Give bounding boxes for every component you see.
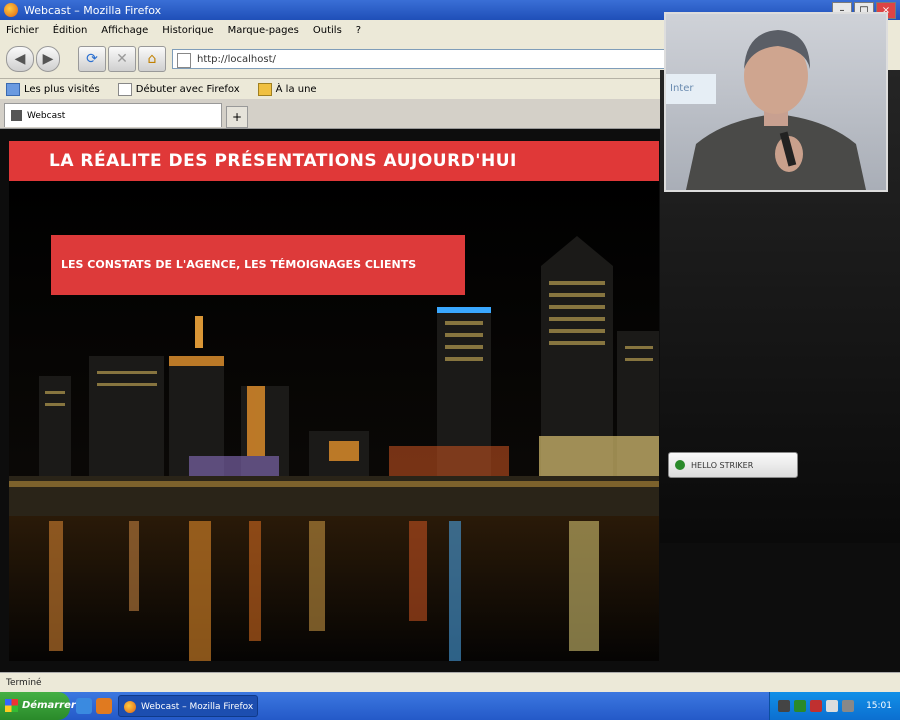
menu-edit[interactable]: Édition [53, 25, 88, 36]
back-button[interactable]: ◀ [6, 46, 34, 72]
bookmark-most-visited[interactable]: Les plus visités [6, 82, 100, 96]
home-icon: ⌂ [147, 51, 157, 67]
start-label: Démarrer [22, 700, 76, 711]
window-title: Webcast – Mozilla Firefox [24, 3, 162, 17]
taskbar-item-firefox[interactable]: Webcast – Mozilla Firefox [118, 695, 258, 717]
forward-arrow-icon: ▶ [42, 51, 54, 67]
background-sign: Inter [666, 74, 716, 104]
stop-button[interactable]: ✕ [108, 46, 136, 72]
windows-logo-icon [5, 699, 18, 712]
system-tray: 15:01 [769, 692, 900, 720]
new-tab-button[interactable]: + [226, 106, 248, 128]
tab-webcast[interactable]: Webcast [4, 103, 222, 127]
menu-view[interactable]: Affichage [101, 25, 148, 36]
folder-icon [257, 82, 272, 96]
bookmark-label: Débuter avec Firefox [135, 83, 240, 95]
page-icon [177, 53, 191, 68]
bookmark-icon [6, 82, 20, 96]
taskbar: Démarrer Webcast – Mozilla Firefox 15:01 [0, 692, 900, 720]
tray-alert-icon[interactable] [810, 700, 822, 712]
taskbar-clock: 15:01 [866, 701, 892, 711]
bookmark-label: Les plus visités [24, 83, 100, 95]
url-text: http://localhost/ [197, 54, 276, 65]
tray-security-icon[interactable] [794, 700, 806, 712]
menu-tools[interactable]: Outils [313, 25, 342, 36]
bookmark-headlines[interactable]: À la une [257, 82, 317, 96]
reload-button[interactable]: ⟳ [78, 46, 106, 72]
tray-network-icon[interactable] [778, 700, 790, 712]
plus-icon: + [231, 110, 243, 124]
page-icon [117, 82, 132, 96]
home-button[interactable]: ⌂ [138, 46, 166, 72]
bookmark-label: À la une [275, 83, 317, 95]
firefox-logo-icon [124, 701, 136, 713]
bookmark-getting-started[interactable]: Débuter avec Firefox [117, 82, 240, 96]
task-label: Webcast – Mozilla Firefox [141, 702, 254, 712]
back-arrow-icon: ◀ [14, 51, 26, 67]
start-button[interactable]: Démarrer [0, 692, 76, 720]
notification-label: HELLO STRIKER [691, 461, 754, 470]
stop-icon: ✕ [116, 51, 128, 67]
speaker-video: Inter [664, 12, 888, 192]
tab-favicon-icon [11, 110, 22, 121]
slide-title: LA RÉALITE DES PRÉSENTATIONS AUJOURD'HUI [9, 141, 659, 181]
presentation-slide: LA RÉALITE DES PRÉSENTATIONS AUJOURD'HUI… [9, 141, 659, 661]
tab-label: Webcast [27, 111, 66, 121]
notification-toast[interactable]: HELLO STRIKER [668, 452, 798, 478]
menu-file[interactable]: Fichier [6, 25, 39, 36]
slide-subtitle: LES CONSTATS DE L'AGENCE, LES TÉMOIGNAGE… [51, 235, 465, 295]
status-text: Terminé [6, 678, 42, 688]
menu-history[interactable]: Historique [162, 25, 213, 36]
tray-app-icon[interactable] [842, 700, 854, 712]
reload-icon: ⟳ [86, 51, 98, 67]
quicklaunch-firefox-icon[interactable] [96, 698, 112, 714]
forward-button[interactable]: ▶ [36, 46, 60, 72]
quicklaunch-ie-icon[interactable] [76, 698, 92, 714]
firefox-logo-icon [4, 3, 18, 17]
tray-volume-icon[interactable] [826, 700, 838, 712]
menu-bookmarks[interactable]: Marque-pages [228, 25, 299, 36]
status-bar: Terminé [0, 672, 900, 692]
menu-help[interactable]: ? [356, 25, 361, 36]
check-icon [675, 460, 685, 470]
